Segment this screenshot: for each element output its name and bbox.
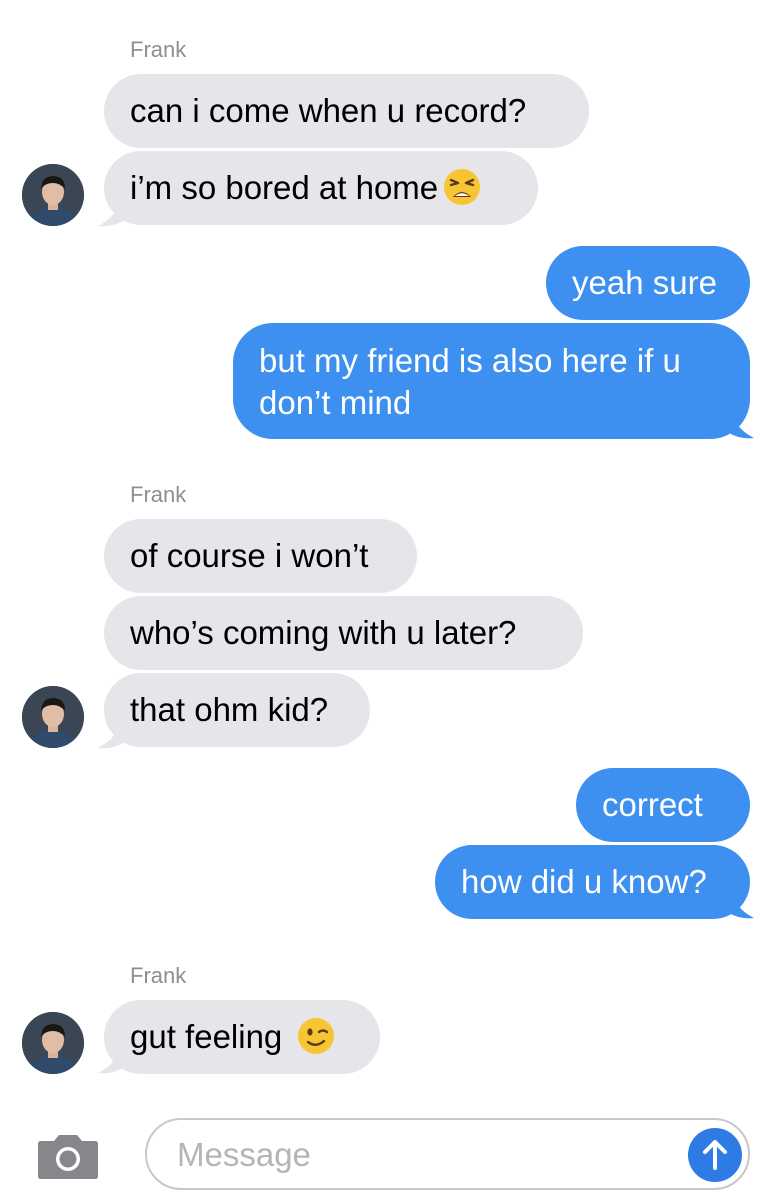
message-text: i’m so bored at home <box>130 169 439 206</box>
avatar[interactable] <box>22 164 84 226</box>
avatar[interactable] <box>22 1012 84 1074</box>
arrow-up-icon <box>703 1140 727 1170</box>
message-text: that ohm kid? <box>130 691 329 728</box>
message-text: gut feeling <box>130 1018 283 1055</box>
avatar[interactable] <box>22 686 84 748</box>
message-placeholder: Message <box>177 1136 311 1173</box>
message-text: yeah sure <box>572 264 717 301</box>
tired-face-emoji <box>444 169 481 205</box>
outgoing-message[interactable]: but my friend is also here if u don’t mi… <box>233 323 750 439</box>
bubble-tail <box>722 890 754 919</box>
incoming-message[interactable]: can i come when u record? <box>104 74 589 148</box>
incoming-message[interactable]: of course i won’t <box>104 519 417 593</box>
outgoing-message[interactable]: yeah sure <box>546 246 750 320</box>
incoming-message[interactable]: i’m so bored at home <box>104 151 538 225</box>
avatar-photo <box>22 686 84 748</box>
message-text: who’s coming with u later? <box>130 614 517 651</box>
message-text: how did u know? <box>461 863 707 900</box>
incoming-message[interactable]: that ohm kid? <box>104 673 370 747</box>
sender-name: Frank <box>130 37 187 62</box>
bubble-tail <box>98 1045 130 1074</box>
message-input[interactable]: Message <box>145 1118 750 1190</box>
message-text: correct <box>602 786 703 823</box>
sender-name: Frank <box>130 482 187 507</box>
winking-face-emoji <box>298 1018 335 1054</box>
message-text: of course i won’t <box>130 537 369 574</box>
message-text: but my friend is also here if u don’t mi… <box>259 342 681 421</box>
avatar-photo <box>22 164 84 226</box>
avatar-photo <box>22 1012 84 1074</box>
sender-name: Frank <box>130 963 187 988</box>
bubble-tail <box>722 410 754 439</box>
incoming-message[interactable]: gut feeling <box>104 1000 380 1074</box>
send-button[interactable] <box>688 1128 742 1182</box>
camera-icon[interactable] <box>34 1134 102 1180</box>
message-text: can i come when u record? <box>130 92 527 129</box>
incoming-message[interactable]: who’s coming with u later? <box>104 596 583 670</box>
bubble-tail <box>98 720 130 749</box>
bubble-tail <box>98 198 130 227</box>
outgoing-message[interactable]: how did u know? <box>435 845 750 919</box>
outgoing-message[interactable]: correct <box>576 768 750 842</box>
